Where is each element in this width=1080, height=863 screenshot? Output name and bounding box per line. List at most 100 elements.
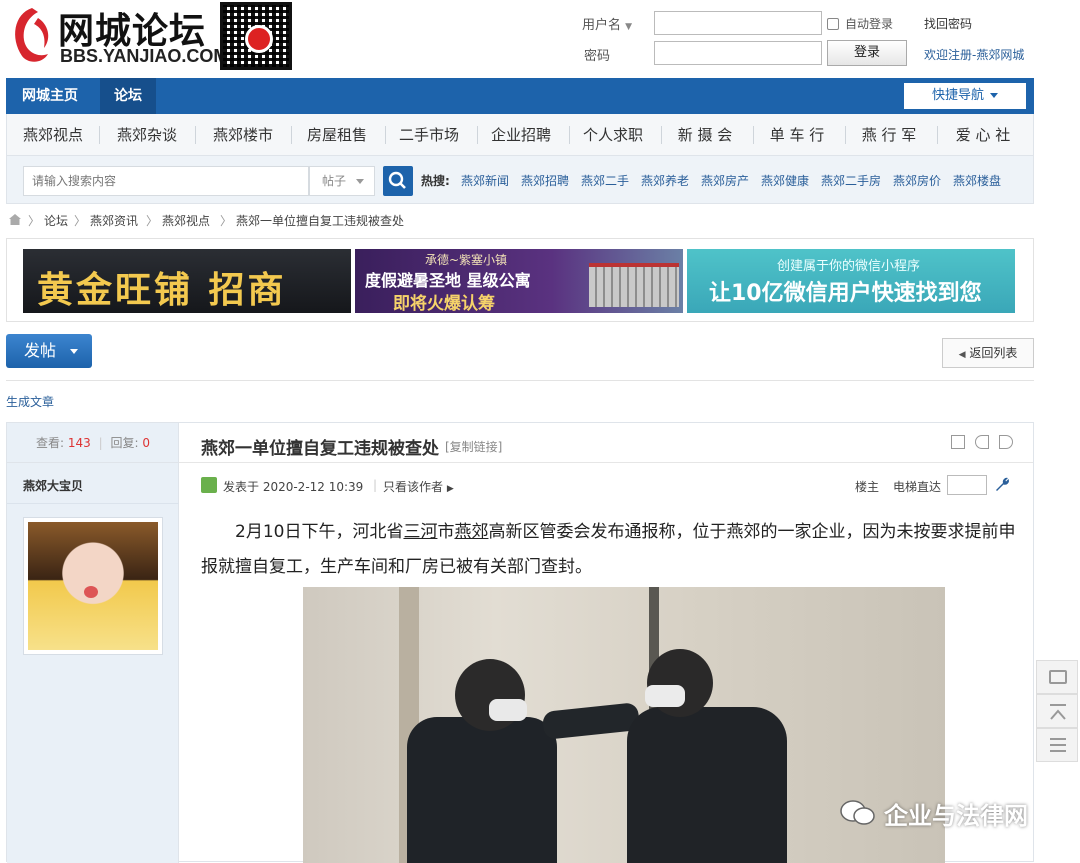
breadcrumb-separator: 〉 xyxy=(28,214,41,228)
floor-jump-input[interactable] xyxy=(947,475,987,495)
divider: | xyxy=(373,478,378,492)
avatar[interactable] xyxy=(23,517,163,655)
banner-text: 黄金旺铺 招商 xyxy=(37,270,287,311)
banner-text: 让10亿微信用户快速找到您 xyxy=(709,281,982,306)
wrench-icon[interactable] xyxy=(993,475,1011,493)
only-author-label: 只看该作者 xyxy=(383,480,444,494)
feedback-button[interactable] xyxy=(1036,660,1078,694)
next-thread-icon[interactable] xyxy=(999,435,1013,449)
post-meta: 发表于 2020-2-12 10:39 | 只看该作者 ▶ 楼主 电梯直达 xyxy=(179,469,1033,499)
category-nav: 燕郊视点 燕郊杂谈 燕郊楼市 房屋租售 二手市场 企业招聘 个人求职 新 摄 会… xyxy=(6,114,1034,156)
list-button[interactable] xyxy=(1036,728,1078,762)
hot-search-link[interactable]: 燕郊养老 xyxy=(641,172,689,189)
chevron-down-icon xyxy=(990,93,998,102)
arrow-up-icon xyxy=(1050,704,1066,720)
category-item[interactable]: 房屋租售 xyxy=(291,114,383,156)
return-to-list-button[interactable]: ◀ 返回列表 xyxy=(942,338,1034,368)
category-item[interactable]: 燕郊视点 xyxy=(7,114,99,156)
print-icon[interactable] xyxy=(950,435,965,449)
ad-banners: 黄金旺铺 招商 承德~紫塞小镇 度假避暑圣地 星级公寓 即将火爆认筹 创建属于你… xyxy=(6,238,1034,322)
search-input[interactable]: 请输入搜索内容 xyxy=(23,166,309,196)
category-item[interactable]: 个人求职 xyxy=(567,114,659,156)
main-nav: 网城主页 论坛 快捷导航 xyxy=(6,78,1034,114)
post-container: 查看: 143 | 回复: 0 燕郊大宝贝 燕郊一单位擅自复工违规被查处 [复制… xyxy=(6,422,1034,863)
hot-search-link[interactable]: 燕郊房产 xyxy=(701,172,749,189)
face-mask xyxy=(489,699,527,721)
search-type-select[interactable]: 帖子 xyxy=(309,166,375,196)
chat-icon xyxy=(1049,670,1067,684)
face-mask xyxy=(645,685,685,707)
logo-icon xyxy=(15,8,49,62)
watermark-text: 企业与法律网 xyxy=(884,802,1028,830)
list-icon xyxy=(1050,738,1066,752)
find-password-link[interactable]: 找回密码 xyxy=(924,15,972,32)
category-item[interactable]: 企业招聘 xyxy=(475,114,567,156)
search-bar: 请输入搜索内容 帖子 热搜: 燕郊新闻 燕郊招聘 燕郊二手 燕郊养老 燕郊房产 … xyxy=(6,156,1034,204)
person-arm xyxy=(541,702,641,740)
author-name[interactable]: 燕郊大宝贝 xyxy=(23,477,83,494)
body-text: 市 xyxy=(437,522,455,542)
hot-search-link[interactable]: 燕郊二手房 xyxy=(821,172,881,189)
search-type-label: 帖子 xyxy=(322,174,347,188)
online-status-icon xyxy=(201,477,217,493)
banner-text: 度假避暑圣地 星级公寓 xyxy=(365,271,531,290)
category-item[interactable]: 新 摄 会 xyxy=(659,114,751,156)
breadcrumb-separator: 〉 xyxy=(220,214,233,228)
breadcrumb-item[interactable]: 论坛 xyxy=(44,212,68,229)
body-link[interactable]: 三河 xyxy=(403,522,437,542)
post-body: 2月10日下午，河北省三河市燕郊高新区管委会发布通报称，位于燕郊的一家企业，因为… xyxy=(201,515,1021,585)
ad-banner-shop[interactable]: 黄金旺铺 招商 xyxy=(23,249,351,313)
banner-text: 创建属于你的微信小程序 xyxy=(777,259,921,274)
category-item[interactable]: 爱 心 社 xyxy=(935,114,1031,156)
category-item[interactable]: 燕郊楼市 xyxy=(197,114,289,156)
hot-search-link[interactable]: 燕郊房价 xyxy=(893,172,941,189)
tab-home[interactable]: 网城主页 xyxy=(8,78,92,114)
new-post-button[interactable]: 发帖 xyxy=(6,334,92,368)
person-figure xyxy=(627,707,787,863)
prev-thread-icon[interactable] xyxy=(974,435,989,449)
floor-label: 楼主 xyxy=(855,480,880,494)
password-input[interactable] xyxy=(654,41,822,65)
elevator-label: 电梯直达 xyxy=(893,480,942,494)
only-author-link[interactable]: 只看该作者 ▶ xyxy=(383,478,454,495)
divider xyxy=(7,503,179,504)
username-label: 用户名 ▼ xyxy=(582,18,633,33)
home-icon[interactable] xyxy=(8,213,22,226)
qr-code-icon xyxy=(220,2,292,70)
replies-label: 回复: xyxy=(110,436,139,450)
title-tools xyxy=(945,435,1013,453)
generate-article-link[interactable]: 生成文章 xyxy=(6,393,54,410)
avatar-image xyxy=(28,522,158,650)
return-label: 返回列表 xyxy=(969,346,1018,360)
ad-banner-resort[interactable]: 承德~紫塞小镇 度假避暑圣地 星级公寓 即将火爆认筹 xyxy=(355,249,683,313)
category-item[interactable]: 二手市场 xyxy=(383,114,475,156)
quick-nav-dropdown[interactable]: 快捷导航 xyxy=(904,83,1026,109)
category-item[interactable]: 燕郊杂谈 xyxy=(101,114,193,156)
breadcrumb-item[interactable]: 燕郊视点 xyxy=(162,212,210,229)
post-date: 发表于 2020-2-12 10:39 xyxy=(223,480,364,494)
hot-search-link[interactable]: 燕郊健康 xyxy=(761,172,809,189)
copy-link[interactable]: [复制链接] xyxy=(445,438,502,455)
breadcrumb-item[interactable]: 燕郊资讯 xyxy=(90,212,138,229)
hot-search-link[interactable]: 燕郊新闻 xyxy=(461,172,509,189)
auto-login-checkbox[interactable] xyxy=(827,18,839,30)
quick-nav-label: 快捷导航 xyxy=(931,88,984,103)
ad-banner-wechat[interactable]: 创建属于你的微信小程序 让10亿微信用户快速找到您 xyxy=(687,249,1015,313)
divider xyxy=(6,380,1034,381)
username-input[interactable] xyxy=(654,11,822,35)
login-button[interactable]: 登录 xyxy=(827,40,907,66)
hot-search-link[interactable]: 燕郊招聘 xyxy=(521,172,569,189)
body-link[interactable]: 燕郊 xyxy=(454,522,488,542)
divider xyxy=(195,126,196,144)
search-button[interactable] xyxy=(383,166,413,196)
hot-search-link[interactable]: 燕郊二手 xyxy=(581,172,629,189)
tab-forum[interactable]: 论坛 xyxy=(100,78,156,114)
person-figure xyxy=(407,717,557,863)
divider xyxy=(99,126,100,144)
category-item[interactable]: 单 车 行 xyxy=(751,114,843,156)
category-item[interactable]: 燕 行 军 xyxy=(843,114,935,156)
back-to-top-button[interactable] xyxy=(1036,694,1078,728)
hot-search-link[interactable]: 燕郊楼盘 xyxy=(953,172,1001,189)
password-label: 密码 xyxy=(584,49,611,64)
register-link[interactable]: 欢迎注册-燕郊网城 xyxy=(924,46,1024,63)
